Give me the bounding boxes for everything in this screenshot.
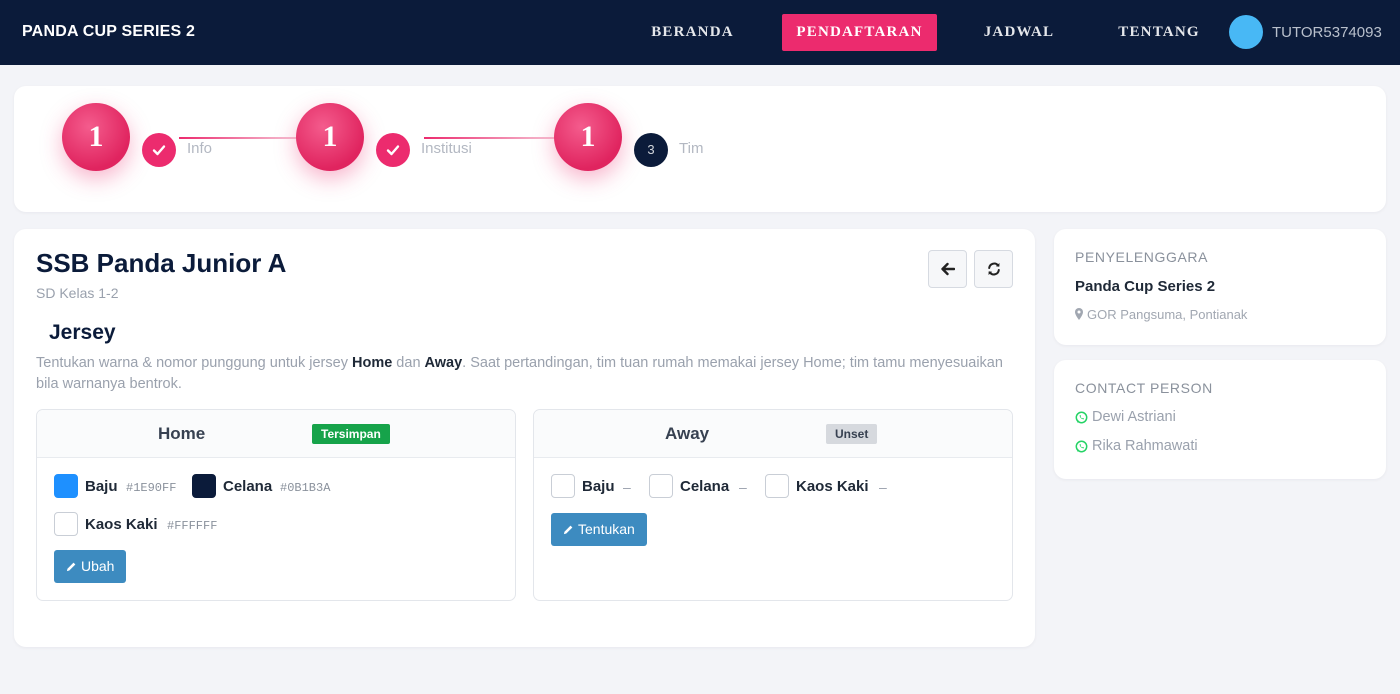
step-institusi-done[interactable] xyxy=(376,133,410,167)
refresh-button[interactable] xyxy=(974,250,1013,288)
item-value-kaos-kaki: #FFFFFF xyxy=(167,519,218,533)
pencil-icon xyxy=(563,525,573,535)
item-label-kaos-kaki: Kaos Kaki xyxy=(796,478,869,495)
step-big-badge: 1 xyxy=(296,103,364,171)
item-value-celana: #0B1B3A xyxy=(280,481,331,495)
contact-person-1[interactable]: Dewi Astriani xyxy=(1092,409,1176,425)
set-away-button[interactable]: Tentukan xyxy=(551,513,647,546)
item-label-baju: Baju xyxy=(582,478,615,495)
step-connector xyxy=(424,137,559,139)
organizer-location: GOR Pangsuma, Pontianak xyxy=(1087,307,1248,322)
whatsapp-icon xyxy=(1075,440,1088,453)
step-label-institusi[interactable]: Institusi xyxy=(421,140,472,157)
item-value-baju: #1E90FF xyxy=(126,481,177,495)
section-description: Tentukan warna & nomor punggung untuk je… xyxy=(36,355,1003,392)
pencil-icon xyxy=(66,562,76,572)
section-title-jersey: Jersey xyxy=(49,321,116,344)
status-badge: Unset xyxy=(826,424,878,444)
jersey-home-title: Home xyxy=(158,424,206,443)
item-value-baju: – xyxy=(623,479,631,495)
step-info-done[interactable] xyxy=(142,133,176,167)
edit-home-button[interactable]: Ubah xyxy=(54,550,127,583)
brand-title[interactable]: PANDA CUP SERIES 2 xyxy=(22,23,195,41)
set-away-label: Tentukan xyxy=(578,521,635,537)
color-swatch-baju xyxy=(551,474,575,498)
nav-link-jadwal[interactable]: JADWAL xyxy=(970,14,1068,51)
stepper-card: 1 Info 1 Institusi 1 3 Tim xyxy=(14,86,1386,212)
color-swatch-celana xyxy=(192,474,216,498)
status-badge: Tersimpan xyxy=(312,424,390,444)
step-label-tim[interactable]: Tim xyxy=(679,140,703,157)
team-name: SSB Panda Junior A xyxy=(36,248,287,278)
color-swatch-kaos-kaki xyxy=(765,474,789,498)
color-swatch-baju xyxy=(54,474,78,498)
step-big-badge: 1 xyxy=(62,103,130,171)
edit-home-label: Ubah xyxy=(81,558,115,574)
refresh-icon xyxy=(988,262,1000,276)
step-connector xyxy=(179,137,299,139)
check-icon xyxy=(386,145,400,156)
check-icon xyxy=(152,145,166,156)
organizer-heading: PENYELENGGARA xyxy=(1075,249,1209,265)
organizer-card: PENYELENGGARA Panda Cup Series 2 GOR Pan… xyxy=(1054,229,1386,345)
step-label-info[interactable]: Info xyxy=(187,140,212,157)
user-avatar[interactable] xyxy=(1229,15,1263,49)
color-swatch-kaos-kaki xyxy=(54,512,78,536)
contact-card: CONTACT PERSON Dewi Astriani Rika Rahmaw… xyxy=(1054,360,1386,479)
jersey-away-panel: Away Unset Baju – Celana – Kaos Kaki – T… xyxy=(533,409,1013,601)
top-navbar: PANDA CUP SERIES 2 BERANDA PENDAFTARAN J… xyxy=(0,0,1400,65)
jersey-home-header: Home Tersimpan xyxy=(37,410,515,458)
item-label-kaos-kaki: Kaos Kaki xyxy=(85,516,158,533)
color-swatch-celana xyxy=(649,474,673,498)
jersey-away-header: Away Unset xyxy=(534,410,1012,458)
contact-heading: CONTACT PERSON xyxy=(1075,380,1213,396)
arrow-left-icon xyxy=(941,262,955,276)
map-marker-icon xyxy=(1075,308,1083,320)
item-value-celana: – xyxy=(739,479,747,495)
back-button[interactable] xyxy=(928,250,967,288)
jersey-away-title: Away xyxy=(665,424,710,443)
username-label[interactable]: TUTOR5374093 xyxy=(1272,24,1382,41)
whatsapp-icon xyxy=(1075,411,1088,424)
nav-link-beranda[interactable]: BERANDA xyxy=(637,14,748,51)
item-label-baju: Baju xyxy=(85,478,118,495)
nav-link-pendaftaran[interactable]: PENDAFTARAN xyxy=(782,14,937,51)
nav-link-tentang[interactable]: TENTANG xyxy=(1104,14,1214,51)
organizer-name: Panda Cup Series 2 xyxy=(1075,278,1216,295)
item-label-celana: Celana xyxy=(680,478,730,495)
item-label-celana: Celana xyxy=(223,478,273,495)
item-value-kaos-kaki: – xyxy=(879,479,887,495)
contact-person-2[interactable]: Rika Rahmawati xyxy=(1092,438,1198,454)
team-category: SD Kelas 1-2 xyxy=(36,285,119,301)
step-number-tim[interactable]: 3 xyxy=(634,133,668,167)
step-big-badge: 1 xyxy=(554,103,622,171)
team-card: SSB Panda Junior A SD Kelas 1-2 Jersey T… xyxy=(14,229,1035,647)
jersey-home-panel: Home Tersimpan Baju #1E90FF Celana #0B1B… xyxy=(36,409,516,601)
